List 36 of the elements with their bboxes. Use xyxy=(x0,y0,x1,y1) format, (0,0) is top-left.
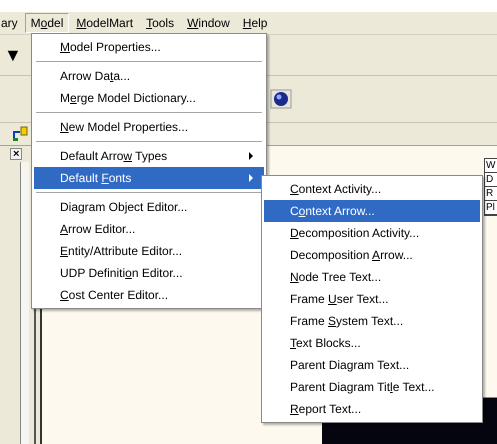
table-cell: Pl xyxy=(485,201,497,215)
menu-item[interactable]: Text Blocks... xyxy=(264,332,480,354)
menu-bar-item[interactable]: ary xyxy=(0,13,24,33)
menu-item[interactable]: Merge Model Dictionary... xyxy=(34,87,264,109)
menu-item[interactable]: Arrow Editor... xyxy=(34,218,264,240)
dropdown-arrow[interactable]: ▼ xyxy=(4,44,22,66)
menu-item[interactable]: Frame System Text... xyxy=(264,310,480,332)
menu-bar-item[interactable]: Tools xyxy=(140,13,180,33)
menu-item[interactable]: Node Tree Text... xyxy=(264,266,480,288)
menu-item[interactable]: Parent Diagram Title Text... xyxy=(264,376,480,398)
menu-item[interactable]: UDP Definition Editor... xyxy=(34,262,264,284)
table-cell: R xyxy=(485,187,497,201)
menu-item[interactable]: Default Fonts xyxy=(34,167,264,189)
menu-item[interactable]: Decomposition Arrow... xyxy=(264,244,480,266)
menu-item[interactable]: New Model Properties... xyxy=(34,116,264,138)
menu-item[interactable]: Diagram Object Editor... xyxy=(34,196,264,218)
menu-bar-item[interactable]: Model xyxy=(24,13,70,33)
menu-item[interactable]: Report Text... xyxy=(264,398,480,420)
menu-item[interactable]: Context Arrow... xyxy=(264,200,480,222)
menu-item[interactable]: Model Properties... xyxy=(34,36,264,58)
menu-bar-item[interactable]: Window xyxy=(181,13,236,33)
menu-bar-item[interactable]: ModelMart xyxy=(70,13,140,33)
menu-item[interactable]: Arrow Data... xyxy=(34,65,264,87)
menu-item[interactable]: Parent Diagram Text... xyxy=(264,354,480,376)
table-cell: D xyxy=(485,173,497,187)
menu-item[interactable]: Frame User Text... xyxy=(264,288,480,310)
connector-icon[interactable] xyxy=(12,126,28,142)
menu-item[interactable]: Cost Center Editor... xyxy=(34,284,264,306)
table-cell: W xyxy=(485,159,497,173)
menu-bar-item[interactable]: Help xyxy=(236,13,274,33)
globe-icon[interactable] xyxy=(270,89,292,109)
menu-item[interactable]: Entity/Attribute Editor... xyxy=(34,240,264,262)
menu-item[interactable]: Default Arrow Types xyxy=(34,145,264,167)
menu-item[interactable]: Decomposition Activity... xyxy=(264,222,480,244)
menu-item[interactable]: Context Activity... xyxy=(264,178,480,200)
close-button[interactable]: × xyxy=(10,148,22,160)
